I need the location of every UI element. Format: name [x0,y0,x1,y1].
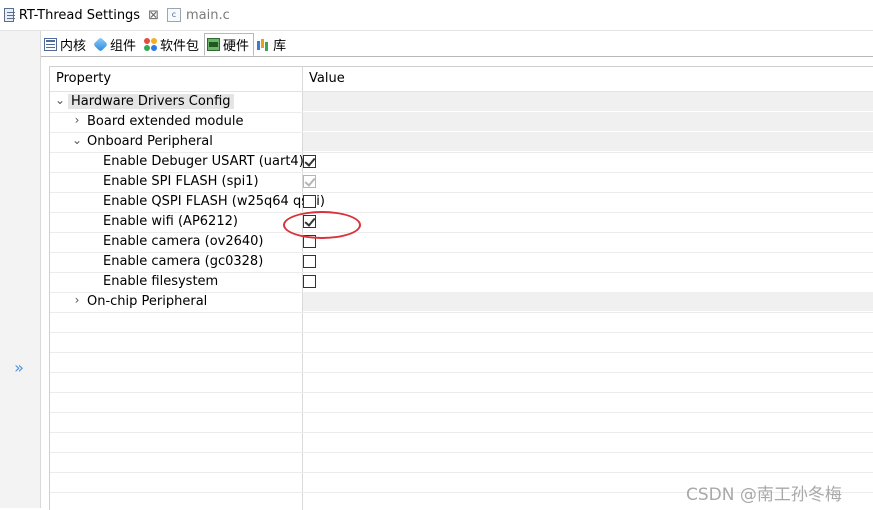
watermark: CSDN @南工孙冬梅 [686,485,842,505]
tab-label: RT-Thread Settings [18,7,141,23]
close-tab-icon[interactable]: ⊠ [148,8,159,23]
uart4-checkbox[interactable] [303,155,316,168]
empty-row [50,372,873,393]
row-label: Enable SPI FLASH (spi1) [103,174,259,189]
value-cell [303,92,873,111]
row-label: Enable filesystem [103,274,219,289]
hardware-icon [207,38,221,51]
table-row[interactable]: ⌄ Hardware Drivers Config [50,92,873,113]
library-icon [257,38,270,51]
value-cell [303,112,873,131]
tab-library[interactable]: 库 [254,33,291,56]
tab-kernel[interactable]: 内核 [41,33,91,56]
hardware-settings-panel: Property Value ⌄ Hardware Drivers Config… [41,56,873,510]
empty-row [50,412,873,433]
row-label: Enable QSPI FLASH (w25q64 qspi) [103,194,325,209]
table-row[interactable]: Enable Debuger USART (uart4) [50,152,873,173]
table-row[interactable]: ⌄ Onboard Peripheral [50,132,873,153]
tab-hardware[interactable]: 硬件 [204,33,255,56]
filesystem-checkbox[interactable] [303,275,316,288]
empty-row [50,392,873,413]
tab-components[interactable]: 组件 [91,33,141,56]
row-label: Hardware Drivers Config [68,94,234,109]
tab-label: 硬件 [223,39,250,54]
package-icon [144,38,157,51]
qspi-flash-checkbox[interactable] [303,195,316,208]
editor-tab-bar: RT-Thread Settings ⊠ c main.c [0,0,873,31]
header-property[interactable]: Property [56,71,111,86]
table-row[interactable]: › On-chip Peripheral [50,292,873,313]
table-row[interactable]: Enable camera (ov2640) [50,232,873,253]
property-tree-table: Property Value ⌄ Hardware Drivers Config… [49,66,873,510]
settings-file-icon [4,8,15,22]
table-row[interactable]: Enable wifi (AP6212) [50,212,873,233]
check-icon [304,215,316,227]
table-row[interactable]: Enable SPI FLASH (spi1) [50,172,873,193]
settings-tab-bar: 内核 组件 软件包 硬件 库 [41,33,291,57]
table-row[interactable]: Enable camera (gc0328) [50,252,873,273]
tab-packages[interactable]: 软件包 [141,33,204,56]
camera-gc0328-checkbox[interactable] [303,255,316,268]
chevron-down-icon[interactable]: ⌄ [71,133,83,147]
empty-row [50,432,873,453]
row-label: Board extended module [87,114,244,129]
tab-rt-thread-settings[interactable]: RT-Thread Settings ⊠ [0,0,159,30]
left-gutter: » [0,31,41,508]
table-header: Property Value [50,67,873,92]
row-label: Enable camera (gc0328) [103,254,264,269]
check-icon [304,175,316,187]
table-row[interactable]: Enable QSPI FLASH (w25q64 qspi) [50,192,873,213]
row-label: Enable Debuger USART (uart4) [103,154,304,169]
camera-ov2640-checkbox[interactable] [303,235,316,248]
row-label: Onboard Peripheral [87,134,213,149]
spi-flash-checkbox [303,175,316,188]
tab-label: 软件包 [160,39,200,54]
chevron-right-icon[interactable]: › [71,113,83,127]
c-file-icon: c [167,8,181,22]
chevron-right-icon[interactable]: › [71,293,83,307]
kernel-icon [44,38,57,51]
row-label: On-chip Peripheral [87,294,208,309]
table-row[interactable]: › Board extended module [50,112,873,133]
tab-main-c[interactable]: c main.c [163,0,230,30]
check-icon [304,155,316,167]
header-value[interactable]: Value [309,71,345,86]
value-cell [303,292,873,311]
tab-label: 库 [273,39,287,54]
empty-row [50,332,873,353]
component-icon [93,37,108,52]
tab-label: 内核 [60,39,87,54]
table-row[interactable]: Enable filesystem [50,272,873,293]
tab-label: main.c [186,7,230,23]
row-label: Enable wifi (AP6212) [103,214,238,229]
empty-row [50,312,873,333]
tab-label: 组件 [110,39,137,54]
wifi-checkbox[interactable] [303,215,316,228]
value-cell [303,132,873,151]
empty-row [50,352,873,373]
empty-row [50,452,873,473]
restore-panel-button[interactable]: » [8,357,30,379]
row-label: Enable camera (ov2640) [103,234,264,249]
chevron-down-icon[interactable]: ⌄ [54,93,66,107]
